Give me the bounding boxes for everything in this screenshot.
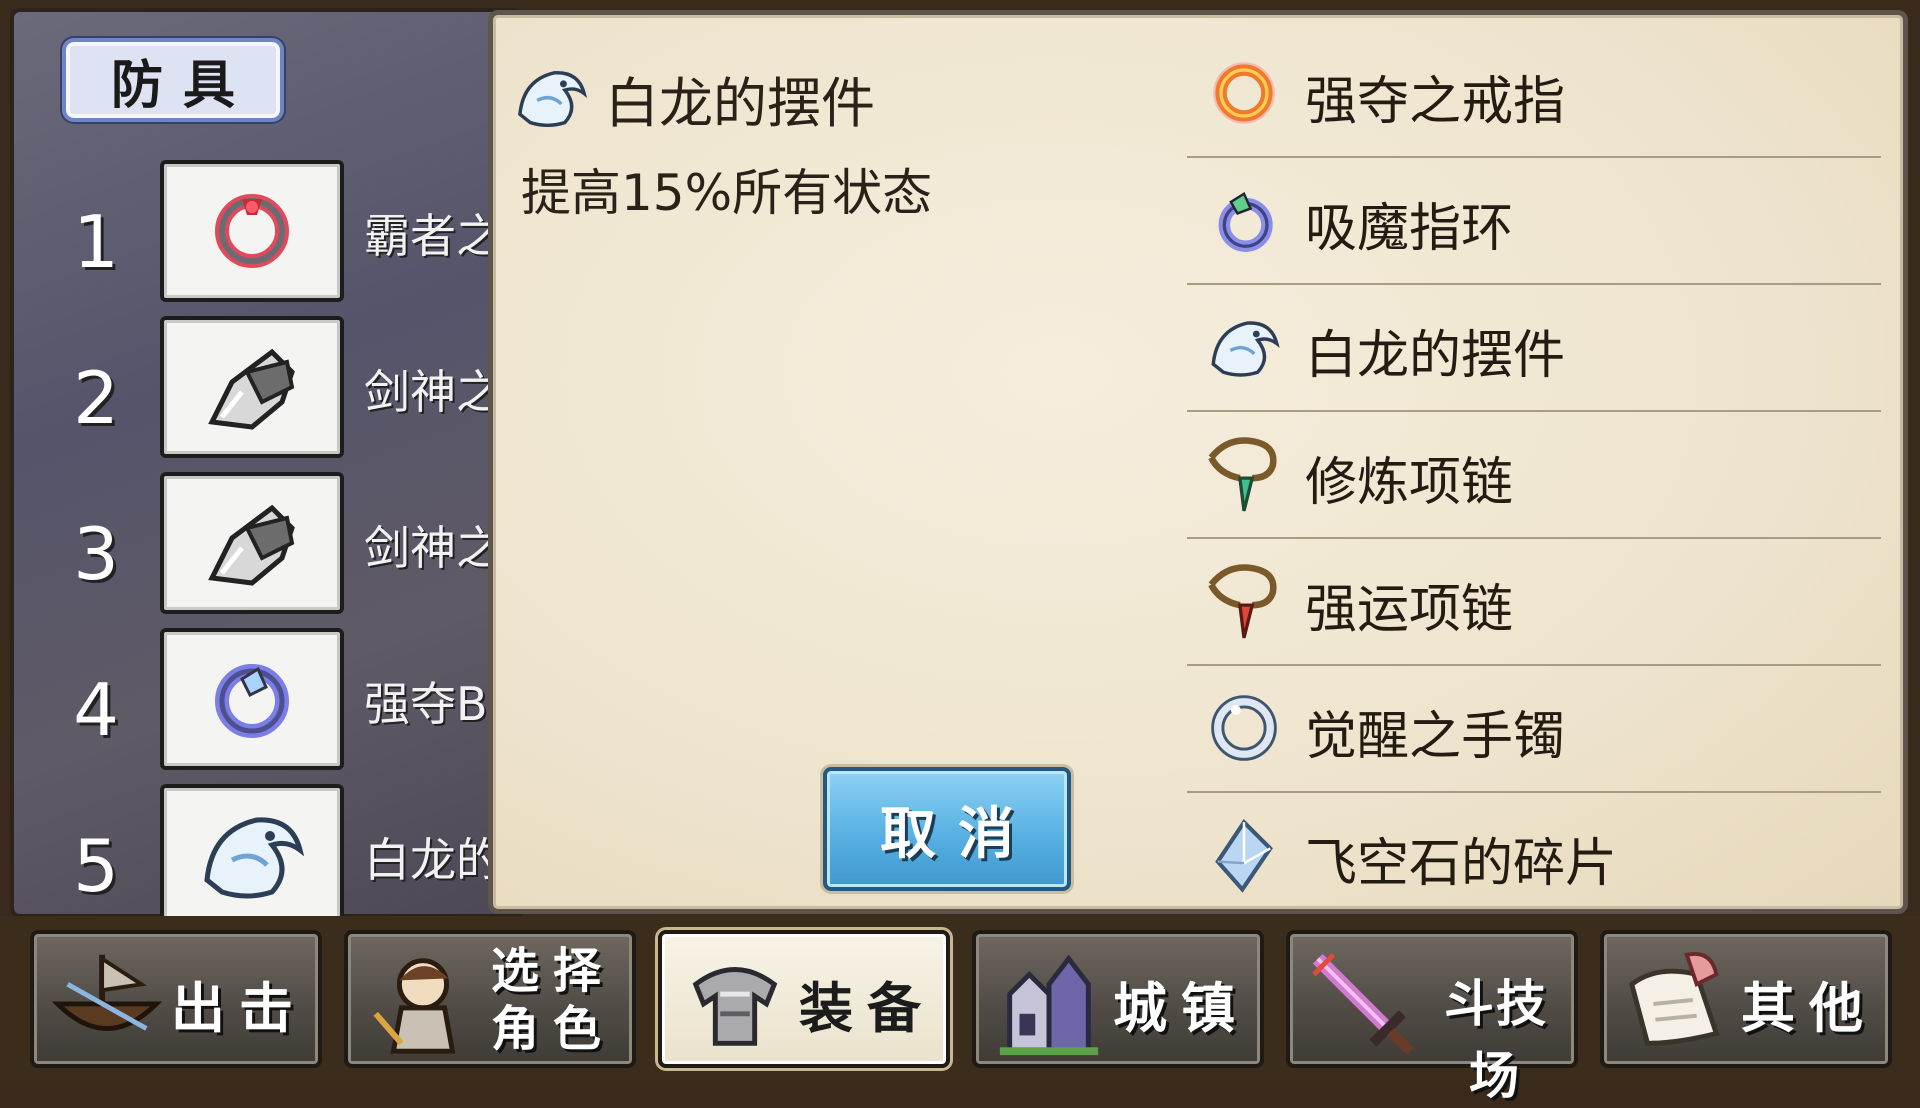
red-pendant-necklace-icon	[1208, 564, 1277, 639]
item-label: 吸魔指环	[1305, 199, 1514, 259]
item-label: 觉醒之手镯	[1305, 707, 1566, 767]
tab-label-line2: 角色	[490, 1001, 615, 1057]
slot-item-name: 强夺Bl	[364, 677, 501, 731]
tab-label: 城镇	[1113, 977, 1249, 1040]
tab-label-line1: 选择	[490, 943, 615, 999]
item-label: 强运项链	[1305, 580, 1514, 640]
slot-number: 5	[73, 824, 119, 908]
armor-slot-3[interactable]: 3 剑神之	[14, 472, 529, 622]
orange-ring-icon	[1213, 62, 1275, 124]
green-pendant-necklace-icon	[1208, 437, 1277, 512]
item-label: 强夺之戒指	[1305, 72, 1566, 132]
silver-gauntlet-icon	[208, 348, 295, 430]
item-select-panel: 白龙的摆件 提高15%所有状态 取消 强夺之戒指 吸魔指环 白龙的摆件 修炼项链…	[488, 10, 1908, 920]
armor-icon	[692, 967, 778, 1046]
tab-town[interactable]: 城镇	[972, 930, 1264, 1068]
tab-label: 选择 角色	[478, 942, 628, 1058]
character-icon	[373, 958, 456, 1054]
castle-icon	[999, 954, 1099, 1056]
slot-number: 1	[73, 200, 119, 284]
list-item[interactable]: 白龙的摆件	[1187, 283, 1881, 412]
crystal-shard-icon	[1215, 818, 1273, 893]
tab-label: 装备	[799, 977, 935, 1040]
scroll-icon	[1628, 952, 1720, 1046]
slot-number: 4	[73, 668, 119, 752]
item-label: 白龙的摆件	[1305, 326, 1566, 386]
tab-label: 出击	[171, 977, 307, 1040]
bottom-nav-bar: 出击 选择 角色 装备 城镇 斗技场 其他	[0, 916, 1920, 1105]
armor-slot-4[interactable]: 4 强夺Bl	[14, 628, 529, 778]
item-label: 修炼项链	[1305, 453, 1514, 513]
blue-ring-icon	[215, 664, 289, 738]
list-item[interactable]: 觉醒之手镯	[1187, 664, 1881, 793]
armor-slot-1[interactable]: 1 霸者之	[14, 160, 529, 310]
slot-item-name: 剑神之	[364, 521, 502, 575]
slot-item-box[interactable]	[160, 160, 344, 302]
tab-equipment[interactable]: 装备	[658, 930, 950, 1068]
list-item[interactable]: 修炼项链	[1187, 410, 1881, 539]
slot-item-name: 白龙的	[364, 833, 502, 887]
tab-other[interactable]: 其他	[1600, 930, 1892, 1068]
slot-item-box[interactable]	[160, 784, 344, 926]
armor-slot-2[interactable]: 2 剑神之	[14, 316, 529, 466]
slot-number: 2	[73, 356, 119, 440]
slot-item-name: 剑神之	[364, 365, 502, 419]
blue-green-ring-icon	[1218, 191, 1273, 252]
ship-icon	[51, 954, 163, 1031]
armor-slot-panel: 防具 1 霸者之 2 剑神之 3 剑神之 4 强夺Bl 5 白龙的	[10, 8, 525, 926]
cancel-button[interactable]: 取消	[823, 767, 1071, 891]
tab-sortie[interactable]: 出击	[30, 930, 322, 1068]
white-dragon-ornament-icon	[204, 817, 305, 899]
silver-gauntlet-icon	[208, 504, 295, 586]
slot-item-box[interactable]	[160, 628, 344, 770]
list-item[interactable]: 飞空石的碎片	[1187, 791, 1881, 920]
white-dragon-ornament-icon	[518, 71, 588, 128]
list-item[interactable]: 吸魔指环	[1187, 156, 1881, 285]
tab-label: 其他	[1741, 977, 1877, 1040]
list-item[interactable]: 强夺之戒指	[1187, 29, 1881, 158]
selected-item-description: 提高15%所有状态	[521, 164, 933, 222]
armor-slot-5[interactable]: 5 白龙的	[14, 784, 529, 934]
white-dragon-ornament-icon	[1211, 321, 1280, 377]
sword-icon	[1312, 953, 1414, 1055]
slot-item-box[interactable]	[160, 472, 344, 614]
selected-item-name: 白龙的摆件	[605, 72, 875, 135]
red-dragon-ring-icon	[215, 194, 289, 268]
list-item[interactable]: 强运项链	[1187, 537, 1881, 666]
item-label: 飞空石的碎片	[1305, 834, 1618, 894]
panel-title: 防具	[62, 38, 284, 122]
slot-item-box[interactable]	[160, 316, 344, 458]
silver-bracelet-icon	[1211, 695, 1277, 761]
slot-item-name: 霸者之	[364, 209, 502, 263]
tab-select-character[interactable]: 选择 角色	[344, 930, 636, 1068]
tab-label: 斗技场	[1444, 975, 1548, 1105]
slot-number: 3	[73, 512, 119, 596]
tab-arena[interactable]: 斗技场	[1286, 930, 1578, 1105]
